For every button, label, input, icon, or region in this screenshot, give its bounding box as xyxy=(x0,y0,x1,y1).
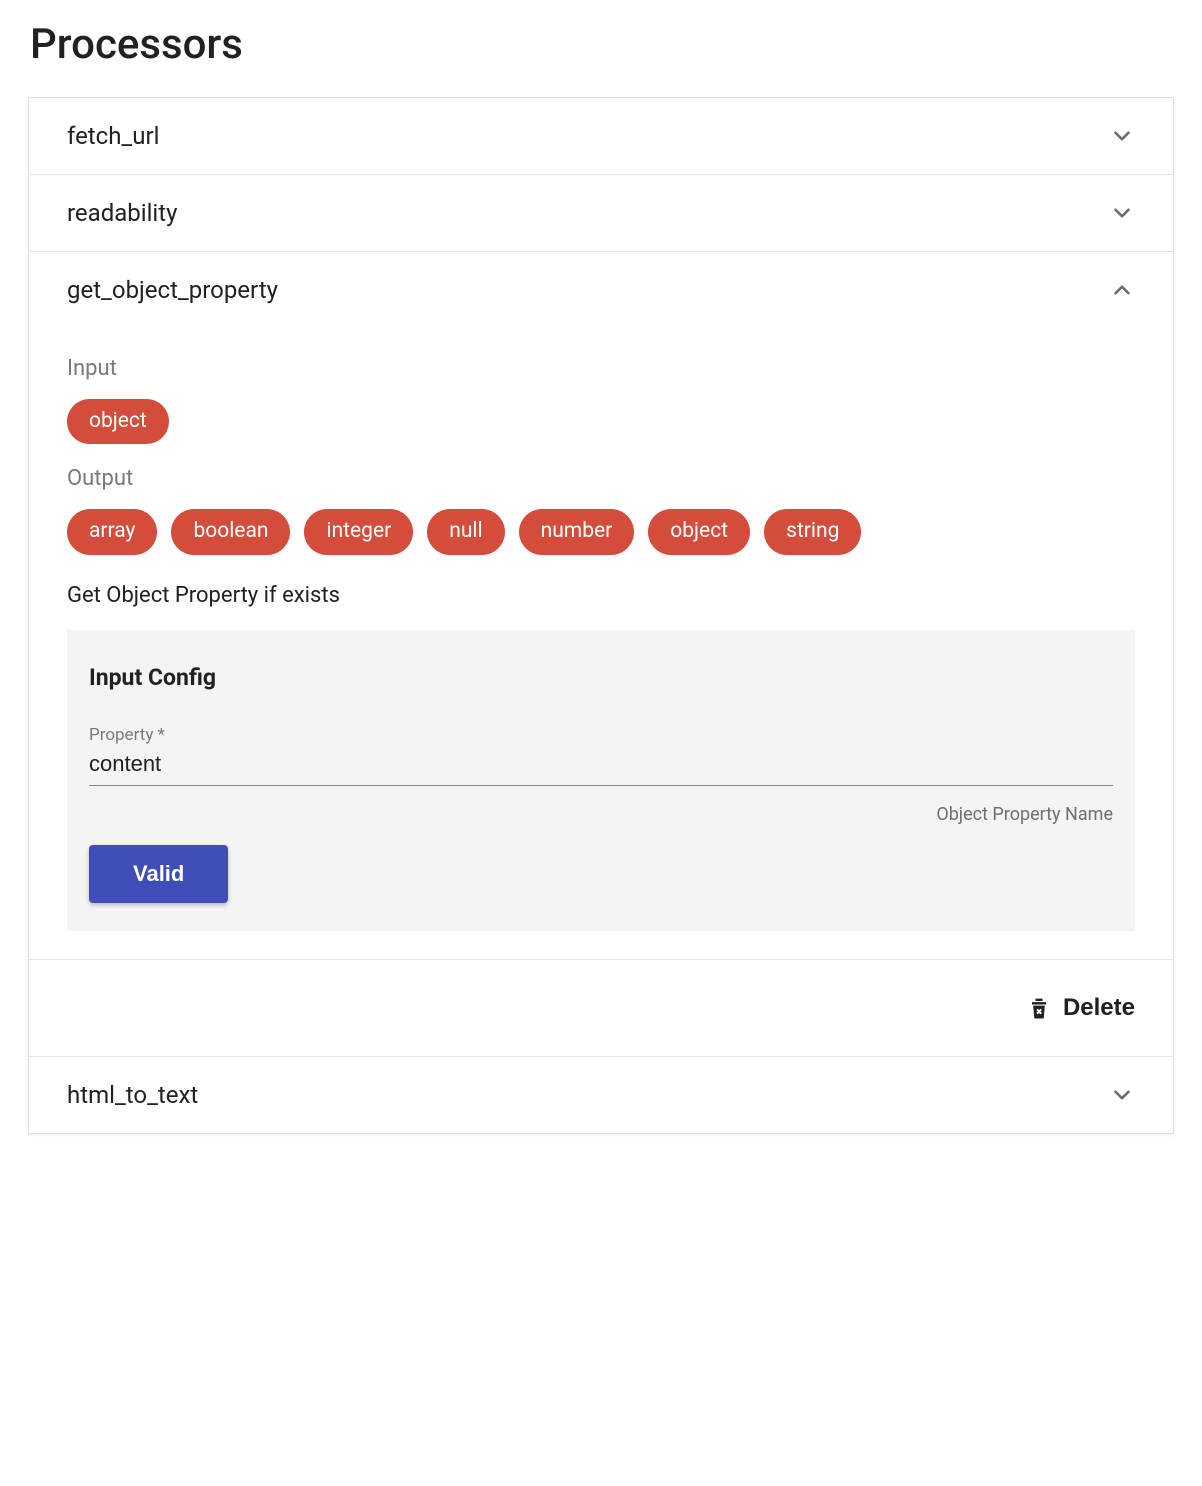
processor-fetch-url: fetch_url xyxy=(29,98,1173,175)
accordion-body: Input object Output array boolean intege… xyxy=(29,328,1173,959)
input-type-chips: object xyxy=(67,399,1135,444)
delete-button[interactable]: Delete xyxy=(1025,990,1135,1026)
property-field-label: Property * xyxy=(89,725,1113,745)
type-chip-integer: integer xyxy=(304,509,413,554)
input-config-heading: Input Config xyxy=(89,664,1113,691)
processors-panel: fetch_url readability get_object_propert… xyxy=(28,97,1174,1134)
chevron-down-icon xyxy=(1109,1082,1135,1108)
processor-get-object-property: get_object_property Input object Output … xyxy=(29,252,1173,1057)
property-field: Property * xyxy=(89,725,1113,786)
accordion-header-readability[interactable]: readability xyxy=(29,175,1173,251)
input-config-box: Input Config Property * Object Property … xyxy=(67,630,1135,931)
property-field-helper: Object Property Name xyxy=(89,804,1113,825)
chevron-up-icon xyxy=(1109,277,1135,303)
processor-title: html_to_text xyxy=(67,1081,198,1109)
type-chip-boolean: boolean xyxy=(171,509,290,554)
property-input[interactable] xyxy=(89,747,1113,786)
input-section-label: Input xyxy=(67,356,1135,381)
trash-icon xyxy=(1025,994,1053,1022)
chevron-down-icon xyxy=(1109,123,1135,149)
output-section-label: Output xyxy=(67,466,1135,491)
valid-button[interactable]: Valid xyxy=(89,845,228,903)
type-chip-array: array xyxy=(67,509,157,554)
type-chip-string: string xyxy=(764,509,861,554)
processor-title: get_object_property xyxy=(67,276,278,304)
chevron-down-icon xyxy=(1109,200,1135,226)
type-chip-null: null xyxy=(427,509,504,554)
type-chip-object: object xyxy=(67,399,169,444)
type-chip-object: object xyxy=(648,509,750,554)
processor-readability: readability xyxy=(29,175,1173,252)
type-chip-number: number xyxy=(519,509,635,554)
delete-button-label: Delete xyxy=(1063,994,1135,1022)
page-title: Processors xyxy=(30,20,1174,69)
processor-description: Get Object Property if exists xyxy=(67,583,1135,608)
processor-html-to-text: html_to_text xyxy=(29,1057,1173,1133)
output-type-chips: array boolean integer null number object… xyxy=(67,509,1135,554)
processor-actions: Delete xyxy=(29,959,1173,1056)
accordion-header-get-object-property[interactable]: get_object_property xyxy=(29,252,1173,328)
processor-title: readability xyxy=(67,199,177,227)
processor-title: fetch_url xyxy=(67,122,159,150)
accordion-header-fetch-url[interactable]: fetch_url xyxy=(29,98,1173,174)
accordion-header-html-to-text[interactable]: html_to_text xyxy=(29,1057,1173,1133)
